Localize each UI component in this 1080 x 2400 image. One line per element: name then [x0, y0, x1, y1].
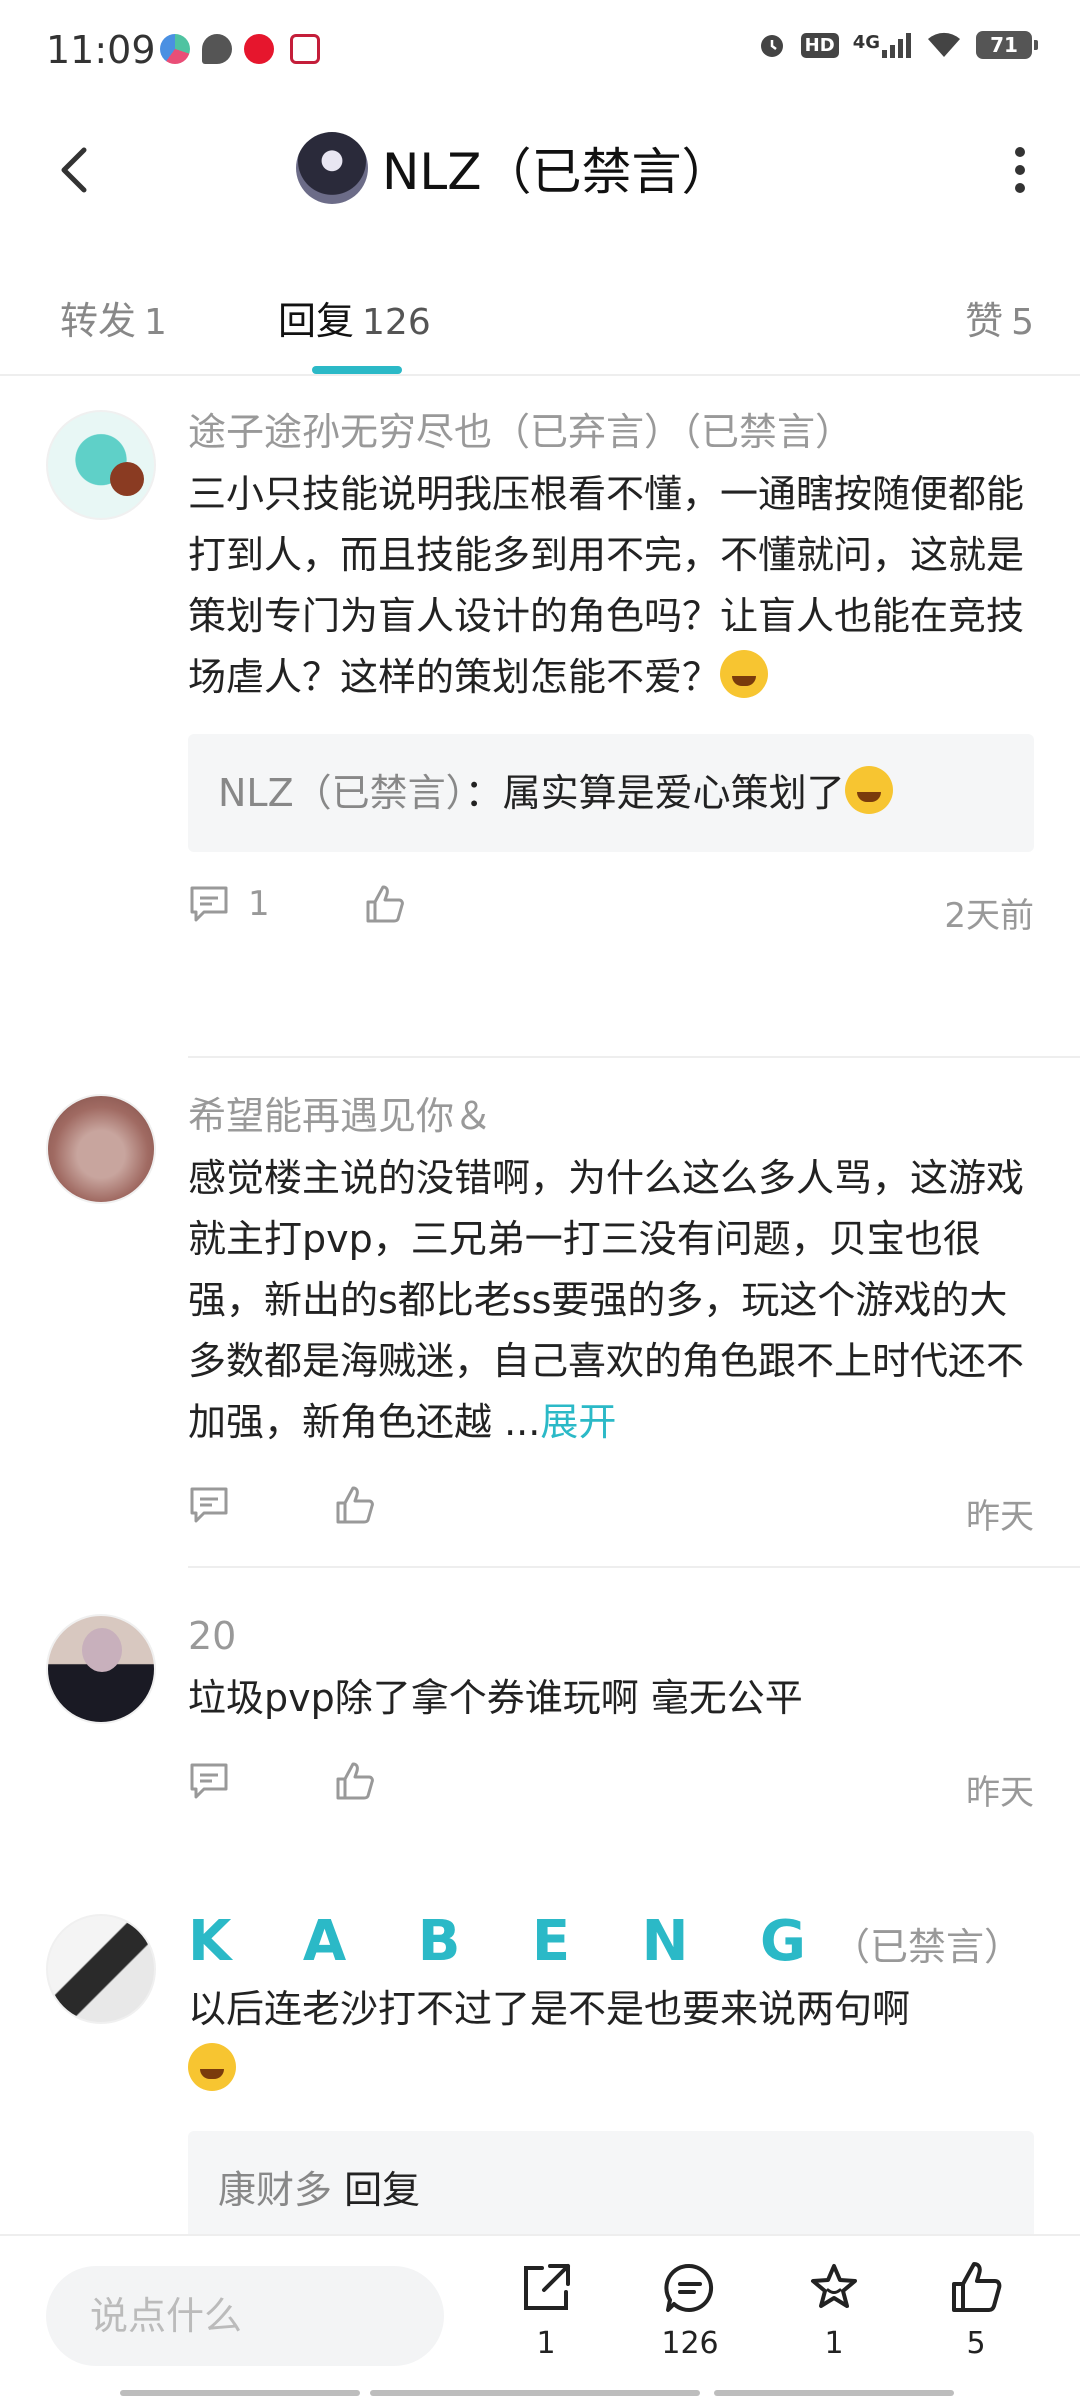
- comment-button[interactable]: 1: [188, 884, 270, 924]
- comment-icon: [190, 886, 228, 922]
- nav-segment: [370, 2390, 700, 2396]
- thumbs-up-icon: [336, 1486, 374, 1524]
- nested-reply[interactable]: 康财多 回复: [188, 2131, 1034, 2234]
- favorite-button[interactable]: 1: [784, 2260, 884, 2361]
- app-notification-icon: [160, 34, 190, 64]
- comment-count-button[interactable]: 126: [640, 2260, 740, 2361]
- username[interactable]: K A B E N G（已禁言）: [188, 1914, 1034, 1975]
- user-avatar[interactable]: [46, 1614, 156, 1724]
- post-author-header[interactable]: NLZ（已禁言）: [296, 132, 732, 204]
- avatar-ball-icon: [110, 462, 144, 496]
- reply-content: K A B E N G（已禁言） 以后连老沙打不过了是不是也要来说两句啊 康财多…: [188, 1914, 1034, 2234]
- reply-text: 感觉楼主说的没错啊，为什么这么多人骂，这游戏就主打pvp，三兄弟一打三没有问题，…: [188, 1156, 1025, 1444]
- like-button[interactable]: [334, 1761, 376, 1801]
- reply-content: 20 垃圾pvp除了拿个券谁玩啊 毫无公平 昨天: [188, 1608, 1034, 1825]
- avatar-face: [82, 1628, 122, 1672]
- tab-likes[interactable]: 赞5: [965, 290, 1034, 345]
- reply-date: 2天前: [944, 896, 1034, 936]
- comment-icon: [190, 1487, 228, 1523]
- comment-button[interactable]: [188, 1485, 230, 1525]
- weibo-icon: [244, 34, 274, 64]
- thumbs-up-icon: [952, 2262, 1002, 2312]
- nav-segment: [120, 2390, 360, 2396]
- star-icon: [811, 2264, 857, 2308]
- reply-list[interactable]: 途子途孙无穷尽也（已弃言）（已禁言） 三小只技能说明我压根看不懂，一通瞎按随便都…: [0, 378, 1080, 2234]
- reply-text: 三小只技能说明我压根看不懂，一通瞎按随便都能打到人，而且技能多到用不完，不懂就问…: [188, 472, 1025, 699]
- back-arrow-icon[interactable]: [46, 140, 106, 200]
- reply-actions: 昨天: [188, 1479, 1034, 1549]
- more-options-icon[interactable]: [1000, 140, 1040, 200]
- thumbs-up-icon: [366, 885, 404, 923]
- reply-text: 以后连老沙打不过了是不是也要来说两句啊: [188, 1979, 1034, 2101]
- nested-reply-author[interactable]: 康财多: [218, 2168, 332, 2212]
- active-tab-indicator: [312, 366, 402, 374]
- reply-divider: [188, 1566, 1080, 1568]
- nav-segment: [714, 2390, 954, 2396]
- reply-divider: [188, 1056, 1080, 1058]
- author-avatar[interactable]: [296, 132, 368, 204]
- system-nav-bar: [0, 2386, 1080, 2400]
- username[interactable]: 20: [188, 1608, 1034, 1664]
- thumbs-up-icon: [336, 1762, 374, 1800]
- user-avatar[interactable]: [46, 1914, 156, 2024]
- reply-actions: 昨天: [188, 1755, 1034, 1825]
- comment-bubble-icon: [664, 2263, 714, 2312]
- like-button[interactable]: [334, 1485, 376, 1525]
- comment-icon: [190, 1763, 228, 1799]
- reply-date: 昨天: [966, 1773, 1034, 1813]
- like-button[interactable]: [364, 884, 406, 924]
- expand-link[interactable]: 展开: [540, 1400, 616, 1444]
- share-button[interactable]: 1: [496, 2260, 596, 2361]
- tab-reposts[interactable]: 转发 1: [60, 290, 167, 345]
- reply-actions: 1 2天前: [188, 878, 1034, 948]
- laughing-emoji-icon: [844, 766, 893, 814]
- battery-icon: 71: [976, 31, 1038, 59]
- chat-notification-icon: [202, 34, 232, 64]
- status-time: 11:09: [46, 28, 156, 72]
- reply-date: 昨天: [966, 1497, 1034, 1537]
- reply-content: 希望能再遇见你＆ 感觉楼主说的没错啊，为什么这么多人骂，这游戏就主打pvp，三兄…: [188, 1088, 1034, 1549]
- page-title: NLZ（已禁言）: [382, 143, 732, 201]
- status-right-icons: HD 4G 71: [757, 30, 1038, 60]
- reply-text: 垃圾pvp除了拿个券谁玩啊 毫无公平: [188, 1676, 803, 1720]
- tab-replies[interactable]: 回复 126: [278, 290, 431, 345]
- app-badge-icon: [290, 34, 320, 64]
- grin-emoji-icon: [720, 650, 769, 698]
- laughing-emoji-icon: [188, 2043, 236, 2091]
- user-avatar[interactable]: [46, 410, 156, 520]
- status-bar: 11:09 HD 4G 71: [0, 0, 1080, 100]
- bottom-action-bar: 说点什么 1 126 1 5: [0, 2234, 1080, 2400]
- nested-reply[interactable]: NLZ（已禁言）：属实算是爱心策划了: [188, 734, 1034, 852]
- comment-button[interactable]: [188, 1761, 230, 1801]
- network-label: 4G: [853, 32, 912, 58]
- reply-content: 途子途孙无穷尽也（已弃言）（已禁言） 三小只技能说明我压根看不懂，一通瞎按随便都…: [188, 404, 1034, 948]
- nested-reply-author[interactable]: NLZ（已禁言）: [218, 771, 465, 815]
- hd-icon: HD: [800, 32, 839, 58]
- user-avatar[interactable]: [46, 1094, 156, 1204]
- nested-reply-text: ：属实算是爱心策划了: [464, 771, 845, 815]
- signal-icon: [882, 33, 911, 58]
- username[interactable]: 希望能再遇见你＆: [188, 1088, 1034, 1144]
- tab-bar: 转发 1 回复 126 赞5: [0, 270, 1080, 376]
- like-post-button[interactable]: 5: [926, 2260, 1026, 2361]
- alarm-icon: [760, 35, 783, 57]
- title-bar: NLZ（已禁言）: [0, 110, 1080, 230]
- share-icon: [524, 2264, 570, 2310]
- comment-input[interactable]: 说点什么: [46, 2266, 444, 2366]
- username[interactable]: 途子途孙无穷尽也（已弃言）（已禁言）: [188, 404, 1034, 460]
- wifi-icon: [928, 32, 960, 57]
